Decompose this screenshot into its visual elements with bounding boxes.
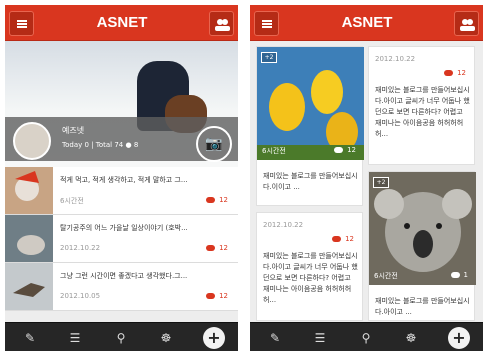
friends-icon	[215, 19, 230, 31]
post-card[interactable]: 2012.10.22 12 재미있는 블로그를 만들어보십시다.아이고 글씨가 …	[368, 46, 475, 165]
thumbnail-image	[5, 215, 53, 262]
profile-feed-screen: ASNET 예즈넷 Today 0 | Total 74 ● 8 📷 적게 먹고…	[5, 5, 238, 351]
card-date: 2012.10.22	[263, 221, 304, 229]
card-image	[257, 47, 364, 160]
add-icon[interactable]: +	[203, 327, 225, 349]
top-bar: ASNET	[5, 5, 238, 41]
menu-icon	[17, 20, 27, 28]
bottom-bar: ✎ ☰ ⚲ ☸ +	[5, 322, 238, 351]
comment-icon	[206, 293, 216, 299]
thumbnail-image	[5, 263, 53, 310]
comment-icon	[450, 272, 460, 278]
camera-icon: 📷	[205, 136, 223, 152]
list-icon[interactable]: ☰	[310, 328, 330, 348]
search-icon[interactable]: ⚲	[356, 328, 376, 348]
comment-icon	[334, 147, 344, 153]
post-card[interactable]: +2 6시간전 12 재미있는 블로그를 만들어보십시다.이이고 ...	[256, 46, 364, 206]
list-item[interactable]: 탈기공주의 어느 가을날 일상이야기 (호박... 2012.10.22 12	[5, 215, 238, 263]
list-item-date: 6시간전	[60, 197, 84, 205]
app-logo: ASNET	[341, 14, 393, 31]
feed-list: 적게 먹고, 적게 생각하고, 적게 말하고 그... 6시간전 12 탈기공주…	[5, 167, 238, 311]
post-card[interactable]: 2012.10.22 12 재미있는 블로그를 만들어보십시다.아이고 글씨가 …	[256, 212, 363, 321]
list-item-title: 그냥 그런 시간이면 좋겠다고 생각했다.그...	[60, 272, 188, 280]
card-text: 재미있는 블로그를 만들어보십시다.아이고 ...	[375, 297, 470, 316]
card-text: 재미있는 블로그를 만들어보십시다.아이고 글씨가 너무 어둡나 했던으로 보면…	[375, 86, 470, 138]
post-time: 6시간전	[262, 147, 286, 155]
search-icon[interactable]: ⚲	[111, 328, 131, 348]
today-count: Today 0	[62, 141, 89, 149]
comment-count: 12	[206, 292, 228, 300]
network-icon[interactable]: ☸	[156, 328, 176, 348]
menu-icon	[262, 20, 272, 28]
photo-count-badge: +2	[261, 52, 277, 63]
comment-count: 12	[332, 235, 354, 243]
network-icon[interactable]: ☸	[401, 328, 421, 348]
menu-button[interactable]	[254, 11, 279, 36]
card-text: 재미있는 블로그를 만들어보십시다.아이고 글씨가 너무 어둡나 했던으로 보면…	[263, 252, 358, 304]
app-logo: ASNET	[96, 14, 148, 31]
comment-icon	[444, 70, 454, 76]
post-time: 6시간전	[374, 272, 398, 280]
list-item-title: 탈기공주의 어느 가을날 일상이야기 (호박...	[60, 224, 188, 232]
thumbnail-image	[5, 167, 53, 214]
comment-count: 12	[334, 146, 356, 154]
grid-feed-screen: ASNET +2 6시간전 12 재미있는 블로그를 만들어보십시다.이이고 .…	[250, 5, 483, 351]
comment-icon	[206, 245, 216, 251]
comment-icon	[332, 236, 342, 242]
profile-stats: Today 0 | Total 74 ● 8	[62, 141, 139, 149]
write-icon[interactable]: ✎	[265, 328, 285, 348]
comment-count: 1	[450, 271, 468, 279]
write-icon[interactable]: ✎	[20, 328, 40, 348]
list-item-title: 적게 먹고, 적게 생각하고, 적게 말하고 그...	[60, 176, 188, 184]
add-icon[interactable]: +	[448, 327, 470, 349]
total-count: Total 74	[95, 141, 124, 149]
friends-button[interactable]	[454, 11, 479, 36]
card-text: 재미있는 블로그를 만들어보십시다.이이고 ...	[263, 172, 358, 191]
menu-button[interactable]	[9, 11, 34, 36]
list-item-date: 2012.10.22	[60, 244, 101, 252]
friends-icon	[460, 19, 475, 31]
avatar[interactable]	[13, 122, 51, 160]
comment-count: 12	[444, 69, 466, 77]
comment-count: 12	[206, 244, 228, 252]
post-card[interactable]: +2 6시간전 1 재미있는 블로그를 만들어보십시다.아이고 ...	[368, 171, 476, 321]
profile-name: 예즈넷	[62, 126, 85, 135]
top-bar: ASNET	[250, 5, 483, 41]
list-icon[interactable]: ☰	[65, 328, 85, 348]
friends-mini-icon: ●	[125, 141, 132, 149]
friends-button[interactable]	[209, 11, 234, 36]
list-item-date: 2012.10.05	[60, 292, 101, 300]
list-item[interactable]: 그냥 그런 시간이면 좋겠다고 생각했다.그... 2012.10.05 12	[5, 263, 238, 311]
comment-icon	[206, 197, 216, 203]
card-image	[369, 172, 476, 285]
camera-button[interactable]: 📷	[196, 126, 232, 162]
bottom-bar: ✎ ☰ ⚲ ☸ +	[250, 322, 483, 351]
list-item[interactable]: 적게 먹고, 적게 생각하고, 적게 말하고 그... 6시간전 12	[5, 167, 238, 215]
photo-count-badge: +2	[373, 177, 389, 188]
friends-count: 8	[133, 141, 139, 149]
comment-count: 12	[206, 196, 228, 204]
card-date: 2012.10.22	[375, 55, 416, 63]
